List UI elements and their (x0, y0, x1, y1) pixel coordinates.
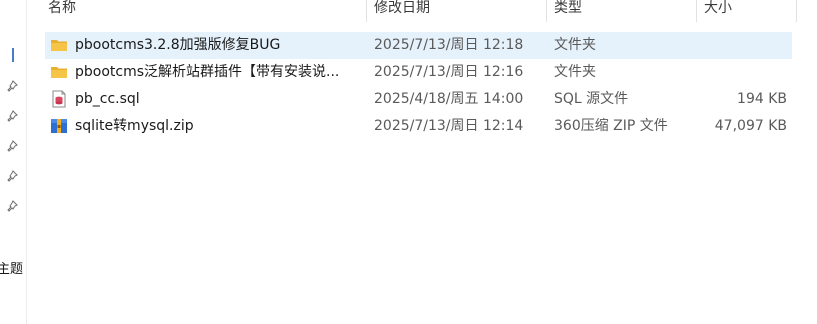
pin-icon[interactable] (5, 110, 19, 124)
file-size: 194 KB (737, 91, 787, 107)
file-list: pbootcms3.2.8加强版修复BUG 2025/7/13/周日 12:18… (45, 32, 792, 140)
file-modified-date: 2025/7/13/周日 12:14 (374, 118, 524, 134)
sql-file-icon (50, 90, 68, 108)
file-name: pb_cc.sql (75, 91, 140, 107)
file-explorer-window: 主题 名称 修改日期 类型 大小 pbootcms3.2.8加强版修复BUG 2… (0, 0, 817, 324)
file-row[interactable]: pbootcms泛解析站群插件【带有安装说... 2025/7/13/周日 12… (45, 59, 792, 86)
folder-icon (50, 36, 68, 54)
pin-icon[interactable] (5, 170, 19, 184)
nav-item-topic[interactable]: 主题 (0, 258, 23, 277)
file-name: pbootcms3.2.8加强版修复BUG (75, 37, 281, 53)
column-divider[interactable] (366, 0, 367, 22)
zip-archive-icon (50, 117, 68, 135)
file-modified-date: 2025/7/13/周日 12:18 (374, 37, 524, 53)
nav-selection-indicator (12, 48, 14, 62)
folder-icon (50, 63, 68, 81)
file-name: sqlite转mysql.zip (75, 118, 194, 134)
column-divider[interactable] (696, 0, 697, 22)
file-row[interactable]: pbootcms3.2.8加强版修复BUG 2025/7/13/周日 12:18… (45, 32, 792, 59)
file-size (645, 59, 787, 86)
file-size (645, 32, 787, 59)
pin-icon[interactable] (5, 80, 19, 94)
column-divider[interactable] (546, 0, 547, 22)
file-name: pbootcms泛解析站群插件【带有安装说... (75, 64, 340, 80)
column-header-size[interactable]: 大小 (704, 0, 732, 22)
file-row[interactable]: sqlite转mysql.zip 2025/7/13/周日 12:14 360压… (45, 113, 792, 140)
column-header: 名称 修改日期 类型 大小 (26, 0, 817, 22)
file-size: 47,097 KB (714, 118, 787, 134)
file-modified-date: 2025/4/18/周五 14:00 (374, 91, 524, 107)
column-header-name[interactable]: 名称 (48, 0, 76, 22)
navigation-pane: 主题 (0, 0, 27, 324)
pin-icon[interactable] (5, 140, 19, 154)
column-header-type[interactable]: 类型 (554, 0, 582, 22)
file-modified-date: 2025/7/13/周日 12:16 (374, 64, 524, 80)
file-row[interactable]: pb_cc.sql 2025/4/18/周五 14:00 SQL 源文件 194… (45, 86, 792, 113)
pin-icon[interactable] (5, 200, 19, 214)
column-header-modified[interactable]: 修改日期 (374, 0, 430, 22)
column-divider[interactable] (796, 0, 797, 22)
